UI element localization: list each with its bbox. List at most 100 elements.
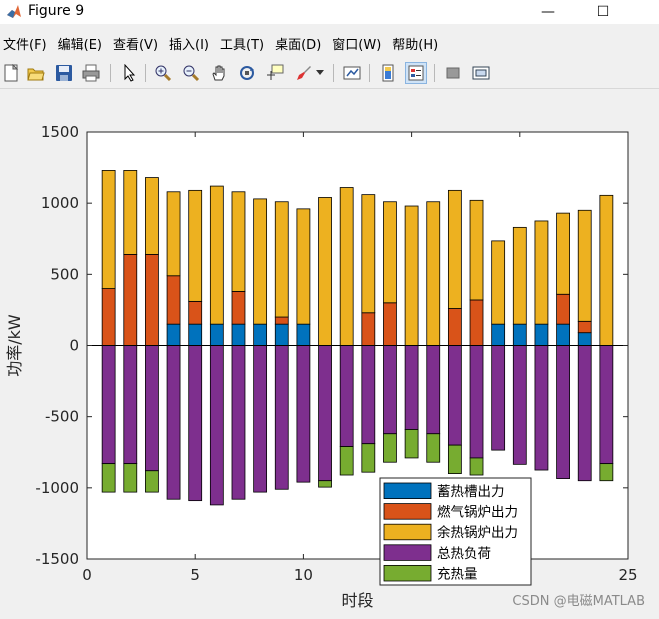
bar-segment [534,345,549,471]
bar-segment [101,288,116,346]
bar-segment [469,199,484,301]
bar-segment [188,189,203,302]
bar-segment [188,345,203,502]
minimize-icon: — [541,4,555,20]
print-button[interactable] [80,62,102,84]
menu-edit[interactable]: 编辑(E) [55,34,110,53]
bar-segment [469,345,484,459]
menu-tools[interactable]: 工具(T) [217,34,272,53]
bar-segment [274,316,289,325]
menu-file[interactable]: 文件(F) [0,34,55,53]
insert-legend-button[interactable] [405,62,427,84]
bar-segment [469,457,484,476]
save-button[interactable] [53,62,75,84]
bar-segment [166,191,181,277]
show-plot-tools-icon [472,66,490,80]
bar-segment [404,429,419,459]
bar-segment [556,212,570,295]
bar-segment [253,345,268,493]
bar-segment [274,323,289,346]
legend-swatch [383,564,432,582]
brush-icon [297,66,311,80]
bar-segment [101,345,116,465]
save-icon [56,65,72,81]
edit-plot-button[interactable] [118,62,140,84]
window-title: Figure 9 [28,3,85,19]
bar-segment [253,323,268,346]
zoom-out-button[interactable] [180,62,202,84]
x-tick-label: 10 [294,566,313,584]
legend-swatch [383,544,432,561]
bar-segment [512,323,527,346]
bar-segment [447,345,462,446]
bar-segment [318,345,332,482]
bar-segment [145,177,159,255]
y-tick-label: 1000 [41,194,79,212]
bar-segment [599,194,614,346]
figure-canvas: -1500-1000-5000500100015000510152025时段功率… [0,89,659,615]
bar-segment [556,345,570,479]
legend-entry: 充热量 [437,566,478,582]
y-axis-label: 功率/kW [5,314,24,377]
menu-insert[interactable]: 插入(I) [166,34,217,53]
insert-colorbar-button[interactable] [377,62,399,84]
toolbar-separator [333,64,334,82]
y-tick-label: 500 [50,265,79,283]
data-cursor-button[interactable] [264,62,286,84]
open-file-button[interactable] [25,62,47,84]
bar-segment [231,291,246,325]
bar-segment [404,345,419,430]
print-icon [82,64,100,82]
menu-window[interactable]: 窗口(W) [329,34,389,53]
link-plot-button[interactable] [341,62,363,84]
matlab-logo-icon [7,5,21,18]
bar-segment [599,463,614,482]
menu-desktop[interactable]: 桌面(D) [272,34,329,53]
hide-plot-tools-button[interactable] [442,62,464,84]
bar-segment [123,463,138,493]
bar-segment [577,209,592,322]
legend-entry: 燃气锅炉出力 [437,504,518,521]
legend-entry: 蓄热槽出力 [437,484,505,500]
show-plot-tools-button[interactable] [470,62,492,84]
bar-segment [491,345,506,451]
bar-segment [318,480,332,488]
y-tick-label: -1000 [35,479,79,497]
bar-segment [101,463,116,493]
bar-segment [101,170,116,289]
bar-segment [145,345,159,472]
toolbar-separator [434,64,435,82]
bar-segment [469,299,484,346]
pan-button[interactable] [208,62,230,84]
bar-segment [556,293,570,325]
bar-segment [166,323,181,346]
legend-swatch [383,482,432,500]
bar-segment [426,433,441,463]
zoom-in-button[interactable] [152,62,174,84]
maximize-button[interactable]: ☐ [580,0,626,24]
bar-segment [231,345,246,500]
bar-segment [577,332,592,346]
bar-segment [318,197,332,346]
bar-segment [123,345,138,465]
brush-dropdown-button[interactable] [314,62,326,84]
bar-segment [123,170,138,255]
bar-segment [145,254,159,346]
new-figure-button[interactable] [0,62,22,84]
bar-segment [491,240,506,325]
menu-bar: 文件(F) 编辑(E) 查看(V) 插入(I) 工具(T) 桌面(D) 窗口(W… [0,30,659,56]
bar-segment [209,185,224,325]
brush-button[interactable] [292,62,314,84]
menu-help[interactable]: 帮助(H) [389,34,446,53]
rotate-3d-button[interactable] [236,62,258,84]
colorbar-icon [382,64,394,82]
minimize-button[interactable]: — [525,0,571,24]
bar-chart[interactable]: -1500-1000-5000500100015000510152025时段功率… [0,89,659,615]
menu-view[interactable]: 查看(V) [110,34,166,53]
bar-segment [383,433,397,463]
bar-segment [383,302,397,346]
bar-segment [339,187,354,346]
bar-segment [274,345,289,490]
bar-segment [491,323,506,346]
bar-segment [166,275,181,325]
